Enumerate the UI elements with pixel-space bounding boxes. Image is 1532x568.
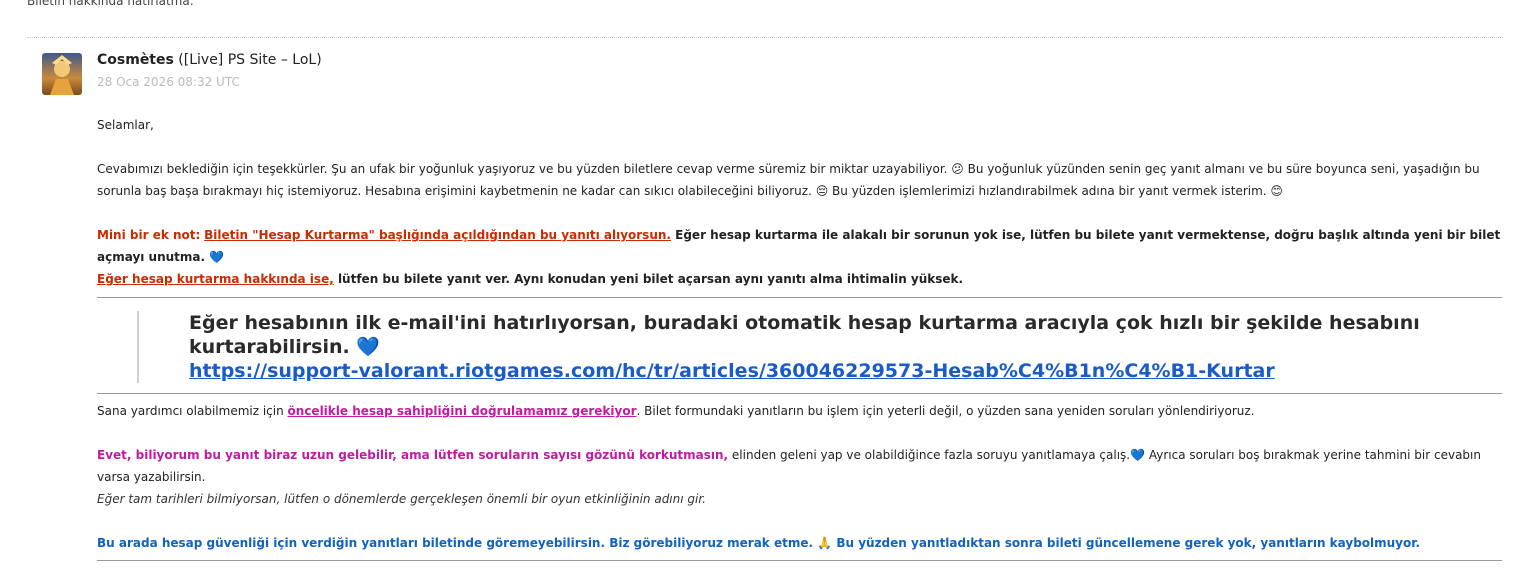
- recovery-tool-link[interactable]: https://support-valorant.riotgames.com/h…: [189, 360, 1275, 382]
- verify-rest: . Bilet formundaki yanıtların bu işlem i…: [636, 404, 1255, 418]
- recovery-paragraph: Eğer hesap kurtarma hakkında ise, lütfen…: [97, 268, 1502, 290]
- quote-text: Eğer hesabının ilk e-mail'ini hatırlıyor…: [189, 312, 1420, 358]
- message-body: Selamlar, Cevabımızı beklediğin için teş…: [97, 114, 1502, 561]
- verify-paragraph: Sana yardımcı olabilmemiz için öncelikle…: [97, 400, 1502, 422]
- questions-paragraph: Evet, biliyorum bu yanıt biraz uzun gele…: [97, 444, 1502, 488]
- message-divider: [27, 37, 1503, 38]
- recovery-link[interactable]: Eğer hesap kurtarma hakkında ise,: [97, 272, 334, 286]
- verify-prefix: Sana yardımcı olabilmemiz için: [97, 404, 288, 418]
- divider-line: [97, 560, 1502, 561]
- avatar: [42, 53, 82, 95]
- ticket-reminder-heading: Biletin hakkında hatırlatma:: [27, 0, 194, 8]
- sender-group: ([Live] PS Site – LoL): [178, 52, 322, 68]
- sender-name: Cosmètes: [97, 52, 174, 68]
- message-timestamp: 28 Oca 2026 08:32 UTC: [97, 75, 240, 89]
- intro-paragraph: Cevabımızı beklediğin için teşekkürler. …: [97, 162, 1480, 198]
- sender-line: Cosmètes ([Live] PS Site – LoL): [97, 52, 322, 68]
- greeting: Selamlar,: [97, 118, 154, 132]
- note-prefix: Mini bir ek not:: [97, 228, 201, 242]
- questions-bold: Evet, biliyorum bu yanıt biraz uzun gele…: [97, 448, 729, 462]
- verify-link[interactable]: öncelikle hesap sahipliğini doğrulamamız…: [288, 404, 637, 418]
- date-hint: Eğer tam tarihleri bilmiyorsan, lütfen o…: [97, 492, 706, 506]
- note-link[interactable]: Biletin "Hesap Kurtarma" başlığında açıl…: [204, 228, 671, 242]
- security-note: Bu arada hesap güvenliği için verdiğin y…: [97, 536, 1421, 550]
- recovery-rest: lütfen bu bilete yanıt ver. Aynı konudan…: [333, 272, 964, 286]
- note-paragraph: Mini bir ek not: Biletin "Hesap Kurtarma…: [97, 224, 1502, 268]
- blockquote: Eğer hesabının ilk e-mail'ini hatırlıyor…: [137, 311, 1502, 383]
